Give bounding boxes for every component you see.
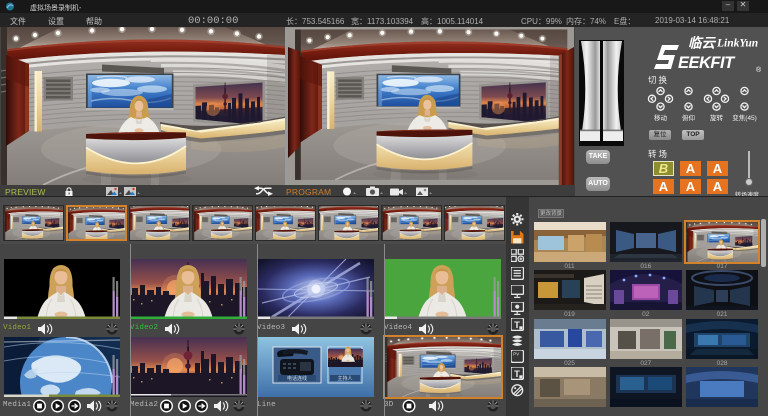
svg-text:LinkYun: LinkYun — [716, 38, 758, 50]
svg-text:T: T — [514, 369, 520, 379]
svg-text:T: T — [514, 320, 520, 330]
svg-text:电话连线: 电话连线 — [287, 375, 307, 382]
svg-text:变焦(45): 变焦(45) — [732, 113, 757, 122]
svg-text:移动: 移动 — [654, 113, 668, 122]
svg-text:主持人: 主持人 — [337, 375, 352, 382]
svg-text:EEKFIT: EEKFIT — [678, 54, 736, 72]
svg-text:PV: PV — [513, 352, 520, 357]
svg-text:俯仰: 俯仰 — [682, 113, 695, 122]
svg-text:®: ® — [756, 66, 762, 73]
svg-text:临云: 临云 — [688, 36, 717, 51]
svg-text:旋转: 旋转 — [710, 113, 724, 122]
